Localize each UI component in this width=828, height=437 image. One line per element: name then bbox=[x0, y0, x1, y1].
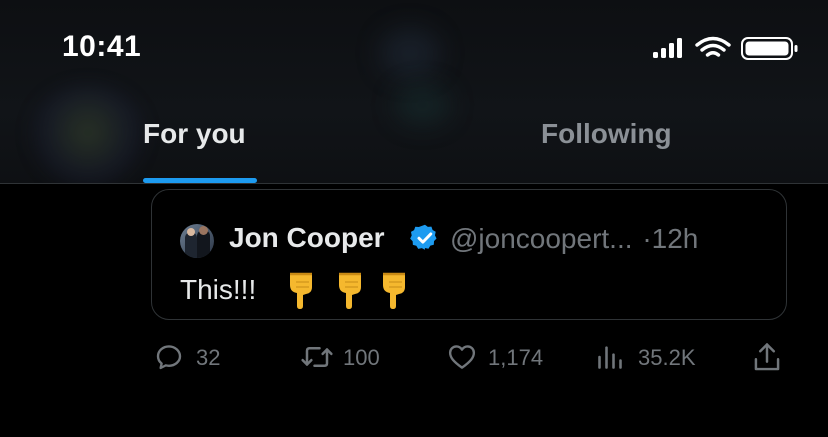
header-divider bbox=[0, 183, 828, 184]
retweet-count: 100 bbox=[343, 345, 380, 370]
reply-button[interactable]: 32 bbox=[154, 340, 234, 376]
share-icon bbox=[754, 343, 780, 371]
blurred-logo bbox=[380, 28, 440, 78]
timeline-header: 10:41 For you Following bbox=[0, 0, 828, 184]
battery-icon bbox=[741, 37, 798, 60]
verified-badge-icon bbox=[410, 224, 437, 250]
reply-count: 32 bbox=[196, 345, 221, 370]
retweet-button[interactable]: 100 bbox=[300, 340, 390, 376]
like-button[interactable]: 1,174 bbox=[446, 340, 556, 376]
author-handle-and-time: @joncoopert... ·12h bbox=[450, 223, 698, 255]
views-count: 35.2K bbox=[638, 345, 696, 370]
views-button[interactable]: 35.2K bbox=[596, 340, 706, 376]
like-count: 1,174 bbox=[488, 345, 544, 370]
wifi-icon bbox=[695, 36, 731, 57]
tweet-time[interactable]: 12h bbox=[652, 223, 699, 254]
cellular-signal-icon bbox=[653, 38, 682, 58]
status-bar-time: 10:41 bbox=[62, 30, 142, 63]
pointing-down-emoji-icon bbox=[339, 272, 361, 309]
tab-for-you[interactable]: For you bbox=[143, 118, 246, 150]
views-bar-chart-icon bbox=[598, 346, 622, 369]
retweet-icon bbox=[301, 347, 333, 367]
status-bar-icons bbox=[653, 36, 798, 60]
pointing-down-emoji-icon bbox=[383, 272, 405, 309]
author-name[interactable]: Jon Cooper bbox=[229, 222, 385, 254]
tab-following[interactable]: Following bbox=[541, 118, 672, 150]
blurred-profile-avatar bbox=[28, 85, 148, 184]
blurred-background-shape bbox=[395, 85, 450, 125]
author-avatar[interactable] bbox=[180, 224, 214, 258]
quoted-tweet-card[interactable]: Jon Cooper @joncoopert... ·12h This!!! bbox=[151, 189, 787, 320]
meta-separator: · bbox=[642, 223, 652, 254]
heart-icon bbox=[448, 345, 476, 369]
tweet-text: This!!! bbox=[180, 274, 257, 305]
pointing-down-emoji-icon bbox=[290, 272, 312, 309]
author-handle[interactable]: @joncoopert... bbox=[450, 223, 633, 254]
reply-icon bbox=[156, 345, 182, 370]
share-button[interactable] bbox=[752, 340, 784, 376]
